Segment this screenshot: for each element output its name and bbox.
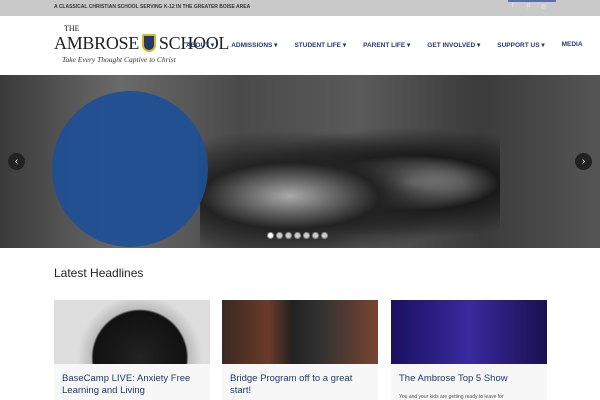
slide-dot[interactable] (285, 232, 292, 239)
school-tagline: A CLASSICAL CHRISTIAN SCHOOL SERVING K-1… (54, 4, 251, 10)
headline-title[interactable]: The Ambrose Top 5 Show (391, 364, 547, 385)
slide-dot[interactable] (321, 232, 328, 239)
prev-slide-button[interactable]: ‹ (8, 153, 25, 170)
slide-dot[interactable] (276, 232, 283, 239)
nav-about[interactable]: ABOUT ▾ (186, 41, 214, 49)
nav-get-involved[interactable]: GET INVOLVED ▾ (427, 41, 480, 49)
crest-icon (141, 34, 156, 52)
logo-ambrose: AMBROSE (54, 33, 139, 53)
nav-media[interactable]: MEDIA (562, 41, 583, 49)
logo-the: THE (64, 24, 80, 33)
blue-circle-overlay (52, 91, 208, 247)
motto: Take Every Thought Captive to Christ (62, 55, 176, 64)
header: THE AMBROSE SCHOOL Take Every Thought Cap… (0, 16, 600, 75)
graduates-photo (200, 118, 500, 248)
section-title: Latest Headlines (54, 266, 144, 280)
main-nav: ABOUT ▾ ADMISSIONS ▾ STUDENT LIFE ▾ PARE… (186, 41, 600, 49)
nav-student-life[interactable]: STUDENT LIFE ▾ (294, 41, 346, 49)
nav-parent-life[interactable]: PARENT LIFE ▾ (363, 41, 410, 49)
headline-excerpt: You and your kids are getting ready to l… (399, 394, 504, 400)
slide-dot[interactable] (303, 232, 310, 239)
facebook-icon[interactable]: f (512, 3, 514, 9)
first-day-image[interactable] (222, 300, 378, 364)
watch-image[interactable] (54, 300, 210, 364)
headline-title[interactable]: Bridge Program off to a great start! (222, 364, 378, 397)
hero-slider: ‹ › (0, 75, 600, 248)
top5-show-image[interactable] (391, 300, 547, 364)
headline-card[interactable]: Bridge Program off to a great start! (222, 300, 378, 400)
slide-dots (267, 232, 328, 239)
slide-dot[interactable] (312, 232, 319, 239)
headline-card[interactable]: The Ambrose Top 5 Show You and your kids… (391, 300, 547, 400)
nav-admissions[interactable]: ADMISSIONS ▾ (231, 41, 277, 49)
top-bar: A CLASSICAL CHRISTIAN SCHOOL SERVING K-1… (0, 0, 600, 16)
slide-dot[interactable] (294, 232, 301, 239)
next-slide-button[interactable]: › (575, 153, 592, 170)
top-flag (508, 0, 556, 2)
slide-dot[interactable] (267, 232, 274, 239)
headline-title[interactable]: BaseCamp LIVE: Anxiety Free Learning and… (54, 364, 210, 397)
nav-support-us[interactable]: SUPPORT US ▾ (497, 41, 544, 49)
pinterest-icon[interactable]: p (527, 3, 530, 9)
instagram-icon[interactable]: ◎ (541, 3, 546, 10)
headline-card[interactable]: BaseCamp LIVE: Anxiety Free Learning and… (54, 300, 210, 400)
